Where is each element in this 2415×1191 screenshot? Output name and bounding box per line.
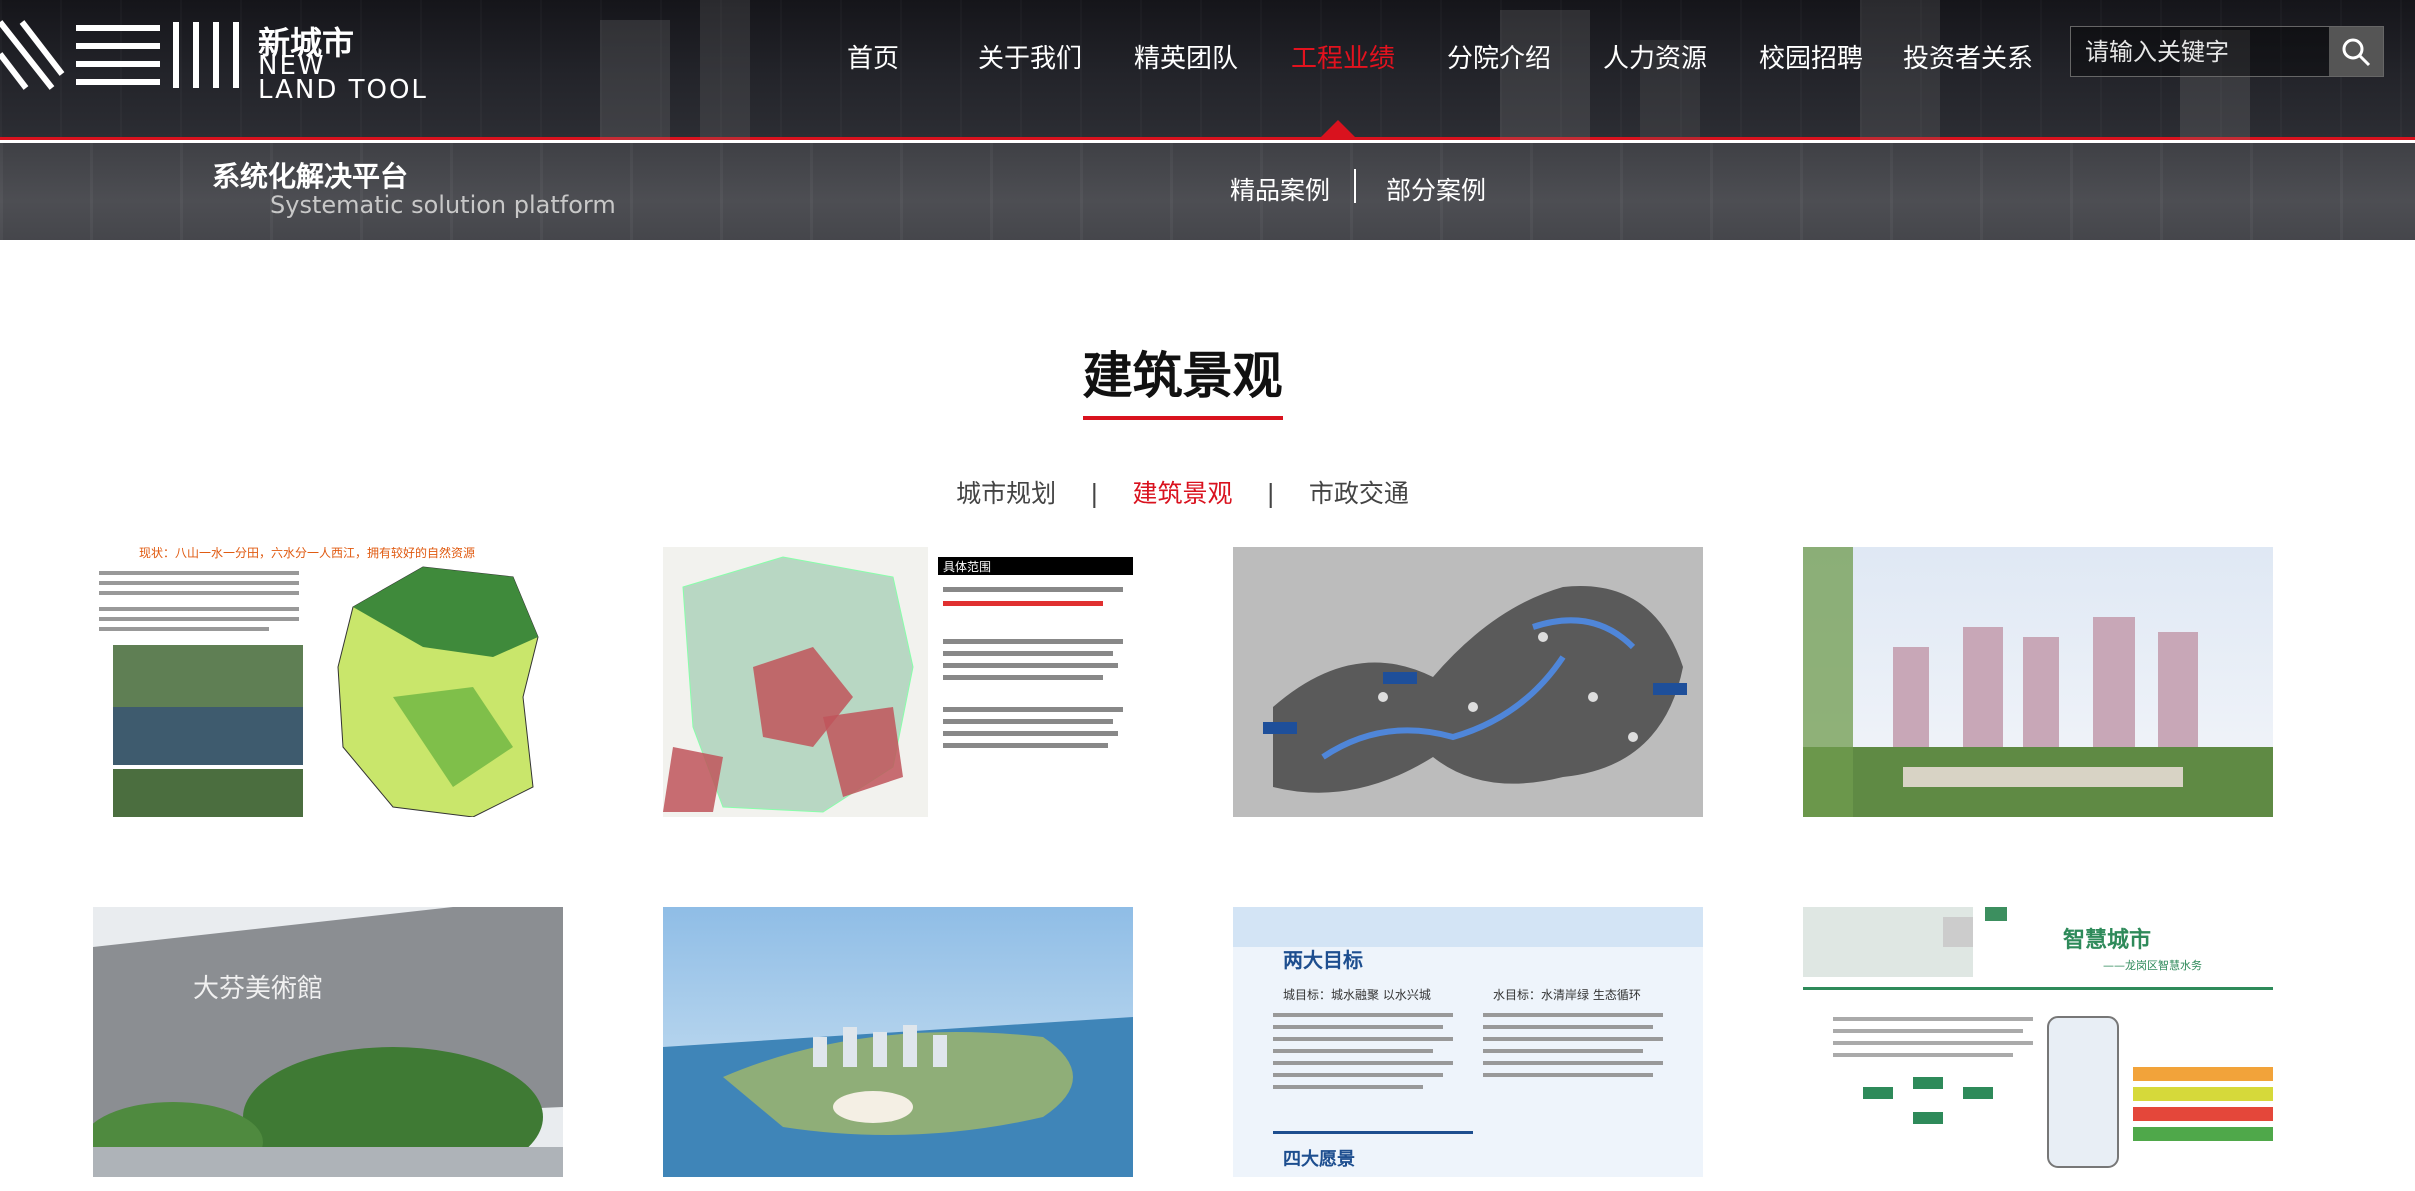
project-card[interactable] <box>1233 547 1703 817</box>
project-card[interactable]: 现状：八山一水一分田，六水分一人西江，拥有较好的自然资源 <box>93 547 563 817</box>
card-subheading: ——龙岗区智慧水务 <box>2103 958 2202 972</box>
project-card[interactable]: 大芬美術館 <box>93 907 563 1177</box>
project-card[interactable]: 两大目标 城目标：城水融聚 以水兴城 水目标：水清岸绿 生态循环 四大愿景 <box>1233 907 1703 1177</box>
filter-architecture-landscape[interactable]: 建筑景观 <box>1132 474 1232 510</box>
card-heading: 两大目标 <box>1283 948 1363 972</box>
museum-sign: 大芬美術館 <box>193 974 323 1004</box>
card-heading: 智慧城市 <box>2063 927 2151 953</box>
platform-title: 系统化解决平台 <box>212 160 409 193</box>
filter-separator: | <box>1090 479 1099 508</box>
filter-separator: | <box>1266 479 1275 508</box>
search-button[interactable] <box>2329 27 2383 76</box>
project-image-district-map: 具体范围 <box>663 547 1133 817</box>
card-heading: 具体范围 <box>943 560 991 574</box>
project-image-goals-panel: 两大目标 城目标：城水融聚 以水兴城 水目标：水清岸绿 生态循环 四大愿景 <box>1233 907 1703 1177</box>
search-box <box>2070 26 2384 77</box>
nav-item-team[interactable]: 精英团队 <box>1134 38 1238 75</box>
nav-item-home[interactable]: 首页 <box>847 38 899 75</box>
active-nav-indicator <box>1318 120 1358 140</box>
nav-item-about[interactable]: 关于我们 <box>978 38 1082 75</box>
nav-item-hr[interactable]: 人力资源 <box>1603 38 1707 75</box>
nav-item-investors[interactable]: 投资者关系 <box>1903 38 2033 75</box>
sub-link-partial-cases[interactable]: 部分案例 <box>1386 171 1486 207</box>
project-image-gray-map <box>1233 547 1703 817</box>
project-image-map-collage: 现状：八山一水一分田，六水分一人西江，拥有较好的自然资源 <box>93 547 563 817</box>
nav-item-branches[interactable]: 分院介绍 <box>1447 38 1551 75</box>
card-left-goal: 城目标：城水融聚 以水兴城 <box>1283 988 1431 1002</box>
project-card[interactable]: 智慧城市 ——龙岗区智慧水务 <box>1803 907 2273 1177</box>
platform-title-english: Systematic solution platform <box>270 191 616 219</box>
nav-item-projects[interactable]: 工程业绩 <box>1291 38 1395 75</box>
project-image-smart-city: 智慧城市 ——龙岗区智慧水务 <box>1803 907 2273 1177</box>
project-image-aerial-view <box>663 907 1133 1177</box>
filter-urban-planning[interactable]: 城市规划 <box>956 474 1056 510</box>
card-heading: 现状：八山一水一分田，六水分一人西江，拥有较好的自然资源 <box>139 547 475 560</box>
logo-mark-icon <box>0 20 239 90</box>
sub-link-featured-cases[interactable]: 精品案例 <box>1230 171 1330 207</box>
site-header: 新城市 NEW LAND TOOL 首页 关于我们 精英团队 工程业绩 分院介绍… <box>0 0 2415 140</box>
category-filters: 城市规划 | 建筑景观 | 市政交通 <box>0 474 2365 510</box>
sub-link-divider <box>1354 169 1356 203</box>
section-title-underline <box>1083 416 1283 420</box>
logo-english-name: NEW LAND TOOL <box>258 53 428 105</box>
project-image-residential-towers <box>1803 547 2273 817</box>
card-right-goal: 水目标：水清岸绿 生态循环 <box>1493 987 1641 1002</box>
project-image-art-museum: 大芬美術館 <box>93 907 563 1177</box>
project-card[interactable] <box>663 907 1133 1177</box>
nav-item-campus[interactable]: 校园招聘 <box>1759 38 1863 75</box>
sub-navigation-bar: 系统化解决平台 Systematic solution platform 精品案… <box>0 143 2415 240</box>
project-card[interactable] <box>1803 547 2273 817</box>
card-heading-secondary: 四大愿景 <box>1283 1148 1355 1170</box>
search-input[interactable] <box>2071 27 2329 76</box>
site-logo[interactable]: 新城市 NEW LAND TOOL <box>0 14 440 103</box>
project-card[interactable]: 具体范围 <box>663 547 1133 817</box>
search-icon <box>2342 38 2371 66</box>
filter-municipal-transport[interactable]: 市政交通 <box>1309 474 1409 510</box>
logo-english-line2: LAND TOOL <box>258 75 428 105</box>
section-title: 建筑景观 <box>1082 347 1283 405</box>
